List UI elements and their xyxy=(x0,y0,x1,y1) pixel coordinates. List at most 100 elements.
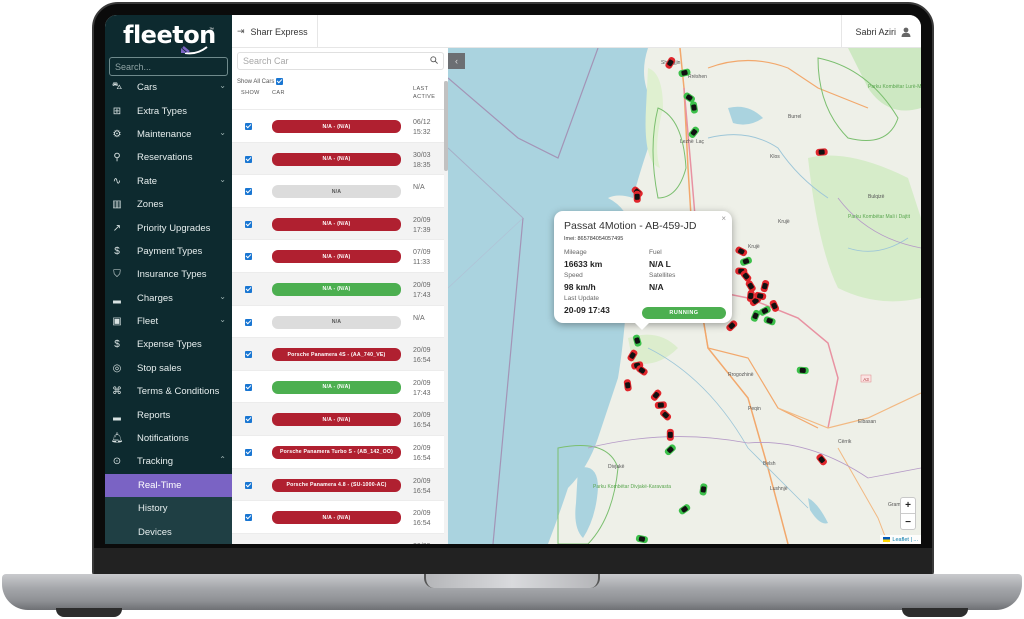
car-status-pill[interactable]: N/A - (N/A) xyxy=(272,250,401,264)
show-car-checkbox[interactable] xyxy=(245,123,252,130)
vehicle-marker-green[interactable] xyxy=(664,443,678,456)
vehicle-marker-green[interactable] xyxy=(689,101,699,114)
sidebar-item-payment-types[interactable]: $ Payment Types xyxy=(105,240,232,263)
vehicle-marker-red[interactable] xyxy=(760,279,770,293)
sidebar-subitem-history[interactable]: History xyxy=(105,497,232,521)
map-view[interactable]: A3 ShëngjinLezhëRrëshenLaçBurrelKlosBulq… xyxy=(448,48,921,544)
collapse-panel-button[interactable]: ‹ xyxy=(448,53,465,69)
show-car-checkbox[interactable] xyxy=(245,416,252,424)
col-header-last: LAST xyxy=(413,86,429,92)
car-status-pill[interactable]: N/A xyxy=(272,185,401,199)
vehicle-marker-red[interactable] xyxy=(650,388,663,402)
car-row[interactable]: N/A N/A xyxy=(232,304,444,338)
sidebar-item-zones[interactable]: ▥ Zones xyxy=(105,193,232,216)
show-car-checkbox[interactable] xyxy=(245,220,252,228)
zoom-out-button[interactable]: − xyxy=(901,514,915,530)
show-car-checkbox[interactable] xyxy=(245,383,252,391)
bell-icon: 🔔︎ xyxy=(110,433,124,445)
vehicle-marker-red[interactable] xyxy=(633,190,641,203)
car-status-pill[interactable]: N/A - (N/A) xyxy=(272,413,401,427)
car-row[interactable]: N/A - (N/A) 06/12 15:32 xyxy=(232,109,444,142)
show-car-checkbox[interactable] xyxy=(245,188,252,196)
sidebar-item-notifications[interactable]: 🔔︎ Notifications xyxy=(105,427,232,450)
car-status-pill[interactable]: N/A - (N/A) xyxy=(272,152,401,166)
sidebar-item-expense-types[interactable]: $ Expense Types xyxy=(105,333,232,356)
zoom-in-button[interactable]: + xyxy=(901,498,915,514)
car-row[interactable]: Porsche Panamera 4S - (AA_740_VE) 20/09 16… xyxy=(232,337,444,370)
vehicle-marker-green[interactable] xyxy=(688,125,701,139)
user-menu[interactable]: Sabri Aziri xyxy=(841,15,921,48)
show-car-checkbox[interactable] xyxy=(245,155,252,163)
car-row[interactable]: N/A - (N/A) 30/03 18:35 xyxy=(232,141,444,175)
sidebar-search-input[interactable] xyxy=(109,57,228,76)
car-row[interactable]: N/A - (N/A)20/0916:54 xyxy=(232,500,444,533)
sidebar-item-terms-conditions[interactable]: ⌘ Terms & Conditions xyxy=(105,380,232,403)
vehicle-marker-red[interactable] xyxy=(654,401,667,409)
vehicle-marker-green[interactable] xyxy=(699,483,708,496)
vehicle-marker-green[interactable] xyxy=(796,366,809,375)
vehicle-marker-red[interactable] xyxy=(815,453,828,467)
vehicle-marker-green[interactable] xyxy=(763,316,777,327)
sidebar-item-tracking[interactable]: ⊙ Tracking ⌃ xyxy=(105,450,232,473)
car-row[interactable]: N/A - (N/A) 07/09 11:33 xyxy=(232,239,444,272)
car-row[interactable]: Porsche Panamera Turbo S - (AB_142_OO) 20… xyxy=(232,434,444,468)
popup-title: Passat 4Motion - AB-459-JD xyxy=(564,220,697,232)
car-row[interactable]: N/A - (N/A) 20/09 17:39 xyxy=(232,206,444,240)
vehicle-marker-red[interactable] xyxy=(623,379,632,392)
satellites-value: N/A xyxy=(649,282,664,292)
car-status-pill[interactable]: N/A - (N/A) xyxy=(272,217,401,231)
show-car-checkbox[interactable] xyxy=(245,253,252,261)
sidebar-subitem-devices[interactable]: Devices xyxy=(105,520,232,544)
search-icon[interactable] xyxy=(430,56,438,64)
map-place-label: Laç xyxy=(696,139,705,145)
car-row[interactable]: N/A - (N/A) 20/09 17:43 xyxy=(232,369,444,403)
show-car-checkbox[interactable] xyxy=(245,351,252,359)
show-all-checkbox[interactable] xyxy=(276,78,284,85)
car-row[interactable]: N/A - (N/A)20/0916:54 xyxy=(232,402,444,435)
car-row[interactable]: N/A N/A xyxy=(232,174,444,207)
leaflet-link[interactable]: Leaflet | ... xyxy=(892,537,918,543)
sidebar-item-fleet[interactable]: ▣ Fleet ⌄ xyxy=(105,310,232,333)
show-car-checkbox[interactable] xyxy=(245,481,252,489)
sidebar-item-rate[interactable]: ∿ Rate ⌄ xyxy=(105,170,232,193)
car-status-pill[interactable]: N/A - (N/A) xyxy=(272,282,401,296)
sidebar-item-extra-types[interactable]: ⊞ Extra Types xyxy=(105,99,232,122)
sidebar-item-stop-sales[interactable]: ◎ Stop sales xyxy=(105,357,232,380)
sidebar-item-cars[interactable]: ⛍ Cars ⌄ xyxy=(105,76,232,99)
show-car-checkbox[interactable] xyxy=(245,448,252,456)
car-status-pill[interactable]: N/A - (N/A) xyxy=(272,380,401,394)
car-status-pill[interactable]: Porsche Panamera 4.8 - (SU-1000-AC) xyxy=(272,478,401,492)
car-row[interactable]: Porsche Panamera 4.8 - (SU-1000-AC) 20/09… xyxy=(232,467,444,501)
vehicle-marker-red[interactable] xyxy=(815,148,828,156)
car-status-pill[interactable]: N/A - (N/A) xyxy=(272,511,401,525)
last-active: 07/09 11:33 xyxy=(413,248,431,268)
close-icon[interactable]: × xyxy=(721,214,726,223)
vehicle-marker-red[interactable] xyxy=(734,246,748,258)
car-status-pill[interactable]: Porsche Panamera Turbo S - (AB_142_OO) xyxy=(272,445,401,459)
sidebar-item-insurance-types[interactable]: ⛉ Insurance Types xyxy=(105,263,232,286)
search-car-input[interactable] xyxy=(237,52,444,70)
vehicle-marker-red[interactable] xyxy=(659,408,673,421)
show-all-cars: Show All Cars xyxy=(237,78,284,85)
imei-label: Imei: xyxy=(564,236,576,242)
car-status-pill[interactable]: Porsche Panamera 4S - (AA_740_VE) xyxy=(272,348,401,362)
sidebar-subitem-real-time[interactable]: Real-Time xyxy=(105,473,232,498)
car-row[interactable]: N/A - (N/A) 20/09 17:43 xyxy=(232,271,444,305)
vehicle-marker-green[interactable] xyxy=(635,534,648,544)
car-row[interactable]: N/A - (N/A)20/0916:54 xyxy=(232,532,444,544)
show-car-checkbox[interactable] xyxy=(245,318,252,326)
vehicle-marker-red[interactable] xyxy=(666,428,674,441)
chevron-down-icon: ⌄ xyxy=(219,291,226,301)
car-status-pill[interactable]: N/A - (N/A) xyxy=(272,120,401,133)
sidebar-item-maintenance[interactable]: ⚙ Maintenance ⌄ xyxy=(105,123,232,146)
car-status-pill[interactable]: N/A xyxy=(272,315,401,329)
company-selector[interactable]: ⇥ Sharr Express xyxy=(232,15,318,48)
show-car-checkbox[interactable] xyxy=(245,514,252,522)
show-car-checkbox[interactable] xyxy=(245,285,252,293)
vehicle-marker-green[interactable] xyxy=(739,256,753,267)
sidebar-item-reports[interactable]: ▂ Reports xyxy=(105,403,232,426)
vehicle-marker-green[interactable] xyxy=(678,503,692,516)
sidebar-item-charges[interactable]: ▂ Charges ⌄ xyxy=(105,287,232,310)
sidebar-item-priority-upgrades[interactable]: ↗ Priority Upgrades xyxy=(105,216,232,239)
sidebar-item-reservations[interactable]: ⚲ Reservations xyxy=(105,146,232,169)
